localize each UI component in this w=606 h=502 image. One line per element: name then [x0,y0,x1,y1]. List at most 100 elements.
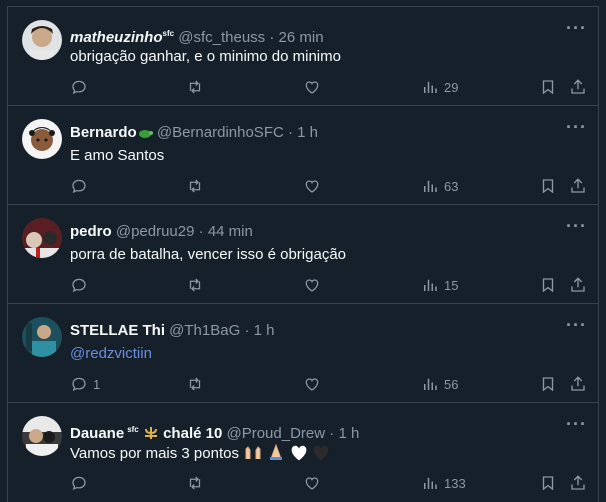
timestamp[interactable]: 1 h [254,322,275,339]
avatar[interactable] [22,119,62,159]
praying-hands-emoji-icon [267,443,285,467]
views-count: 63 [444,178,459,194]
views-button[interactable]: 29 [421,77,458,97]
avatar[interactable] [22,317,62,357]
share-button[interactable] [569,275,587,295]
tweet-header: pedro @pedruu29 · 44 min [70,222,558,242]
avatar[interactable] [22,416,62,456]
reply-icon [72,377,86,392]
share-button[interactable] [569,473,587,493]
tweet[interactable]: STELLAE Thi @Th1BaG · 1 h ··· @redzvicti… [8,304,598,403]
tweet-header: Bernardo @BernardinhoSFC · 1 h [70,123,558,146]
timestamp[interactable]: 1 h [338,425,359,442]
reply-button[interactable] [70,473,93,493]
handle[interactable]: @sfc_theuss [178,29,265,46]
avatar[interactable] [22,218,62,258]
handle[interactable]: @pedruu29 [116,223,195,240]
views-icon [424,477,437,489]
views-button[interactable]: 15 [421,275,458,295]
more-options-icon[interactable]: ··· [566,19,586,41]
separator: · [269,29,275,46]
display-name[interactable]: STELLAE Thi [70,322,165,339]
views-count: 15 [444,277,459,293]
reply-button[interactable]: 1 [70,374,100,394]
share-icon [571,277,585,292]
timestamp[interactable]: 26 min [279,29,324,46]
tweet[interactable]: matheuzinhosfc @sfc_theuss · 26 min ··· … [8,7,598,106]
like-button[interactable] [303,275,326,295]
turtle-emoji-icon [137,126,153,146]
bookmark-button[interactable] [539,176,557,196]
avatar[interactable] [22,20,62,60]
tweet[interactable]: pedro @pedruu29 · 44 min ··· porra de ba… [8,205,598,304]
bookmark-icon [542,80,554,95]
retweet-button[interactable] [186,176,209,196]
reply-icon [72,179,86,194]
tweet-actions: 1 56 [8,374,598,394]
views-icon [424,81,437,93]
retweet-button[interactable] [186,77,209,97]
tweet[interactable]: Bernardo @BernardinhoSFC · 1 h ··· E amo… [8,106,598,205]
tweet-actions: 15 [8,275,598,295]
share-icon [571,79,585,94]
handle[interactable]: @Proud_Drew [226,425,325,442]
mention-link[interactable]: @redzvictiin [70,345,152,362]
tweet-text: @redzvictiin [70,344,568,364]
timestamp[interactable]: 1 h [297,124,318,141]
separator: · [329,425,335,442]
like-button[interactable] [303,473,326,493]
heart-icon [305,180,319,193]
bookmark-icon [542,476,554,491]
display-name[interactable]: pedro [70,223,112,240]
white-heart-emoji-icon [290,445,308,467]
display-name[interactable]: matheuzinho [70,29,163,46]
like-button[interactable] [303,176,326,196]
separator: · [198,223,204,240]
more-options-icon[interactable]: ··· [566,217,586,239]
share-button[interactable] [569,176,587,196]
bookmark-button[interactable] [539,77,557,97]
reply-icon [72,80,86,95]
like-button[interactable] [303,374,326,394]
more-options-icon[interactable]: ··· [566,316,586,338]
heart-icon [305,279,319,292]
reply-button[interactable] [70,275,93,295]
handle[interactable]: @Th1BaG [169,322,240,339]
more-options-icon[interactable]: ··· [566,415,586,437]
display-name[interactable]: Bernardo [70,124,137,141]
tweet-actions: 29 [8,77,598,97]
tweet[interactable]: Dauane sfc chalé 10 @Proud_Drew · 1 h ···… [8,403,598,502]
reply-button[interactable] [70,77,93,97]
timestamp[interactable]: 44 min [208,223,253,240]
raising-hands-emoji-icon [243,443,263,467]
tweet-actions: 133 [8,473,598,493]
bookmark-button[interactable] [539,473,557,493]
reply-count: 1 [93,376,101,392]
share-button[interactable] [569,77,587,97]
bookmark-button[interactable] [539,275,557,295]
tweet-text: Vamos por mais 3 pontos [70,443,568,467]
views-button[interactable]: 56 [421,374,458,394]
retweet-icon [189,476,201,490]
display-name[interactable]: Dauane [70,425,124,442]
retweet-button[interactable] [186,374,209,394]
views-button[interactable]: 133 [421,473,466,493]
heart-icon [305,378,319,391]
display-name-suffix: chalé 10 [163,425,223,442]
retweet-button[interactable] [186,275,209,295]
share-icon [571,376,585,391]
retweet-button[interactable] [186,473,209,493]
separator: · [287,124,293,141]
bookmark-icon [542,278,554,293]
reply-button[interactable] [70,176,93,196]
separator: · [244,322,250,339]
views-button[interactable]: 63 [421,176,458,196]
like-button[interactable] [303,77,326,97]
views-count: 29 [444,79,459,95]
more-options-icon[interactable]: ··· [566,118,586,140]
bookmark-button[interactable] [539,374,557,394]
handle[interactable]: @BernardinhoSFC [157,124,284,141]
reply-icon [72,278,86,293]
share-button[interactable] [569,374,587,394]
heart-icon [305,477,319,490]
